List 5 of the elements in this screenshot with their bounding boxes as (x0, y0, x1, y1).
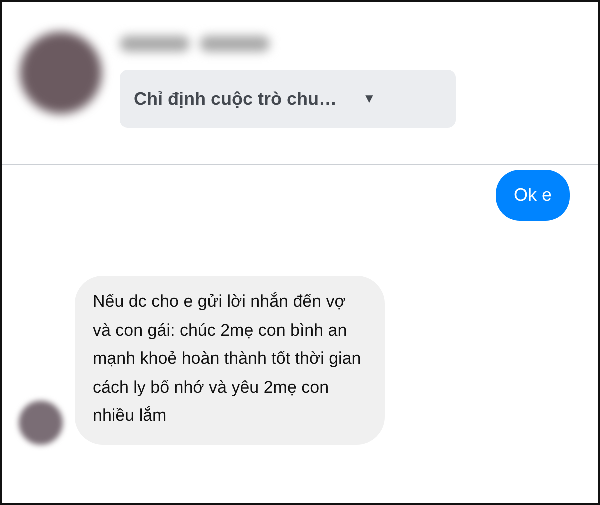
received-message-bubble: Nếu dc cho e gửi lời nhắn đến vợ và con gái: chúc 2mẹ con bình an mạnh khoẻ hoàn thành tốt thời gian cách ly bố nhớ và yêu 2mẹ con nhiều lắm (75, 276, 385, 444)
sent-message-bubble: Ok e (496, 170, 570, 221)
caret-icon: ▼ (363, 89, 376, 109)
conversation-dropdown[interactable]: Chỉ định cuộc trò chu… ▼ (120, 70, 456, 128)
avatar (19, 400, 63, 444)
